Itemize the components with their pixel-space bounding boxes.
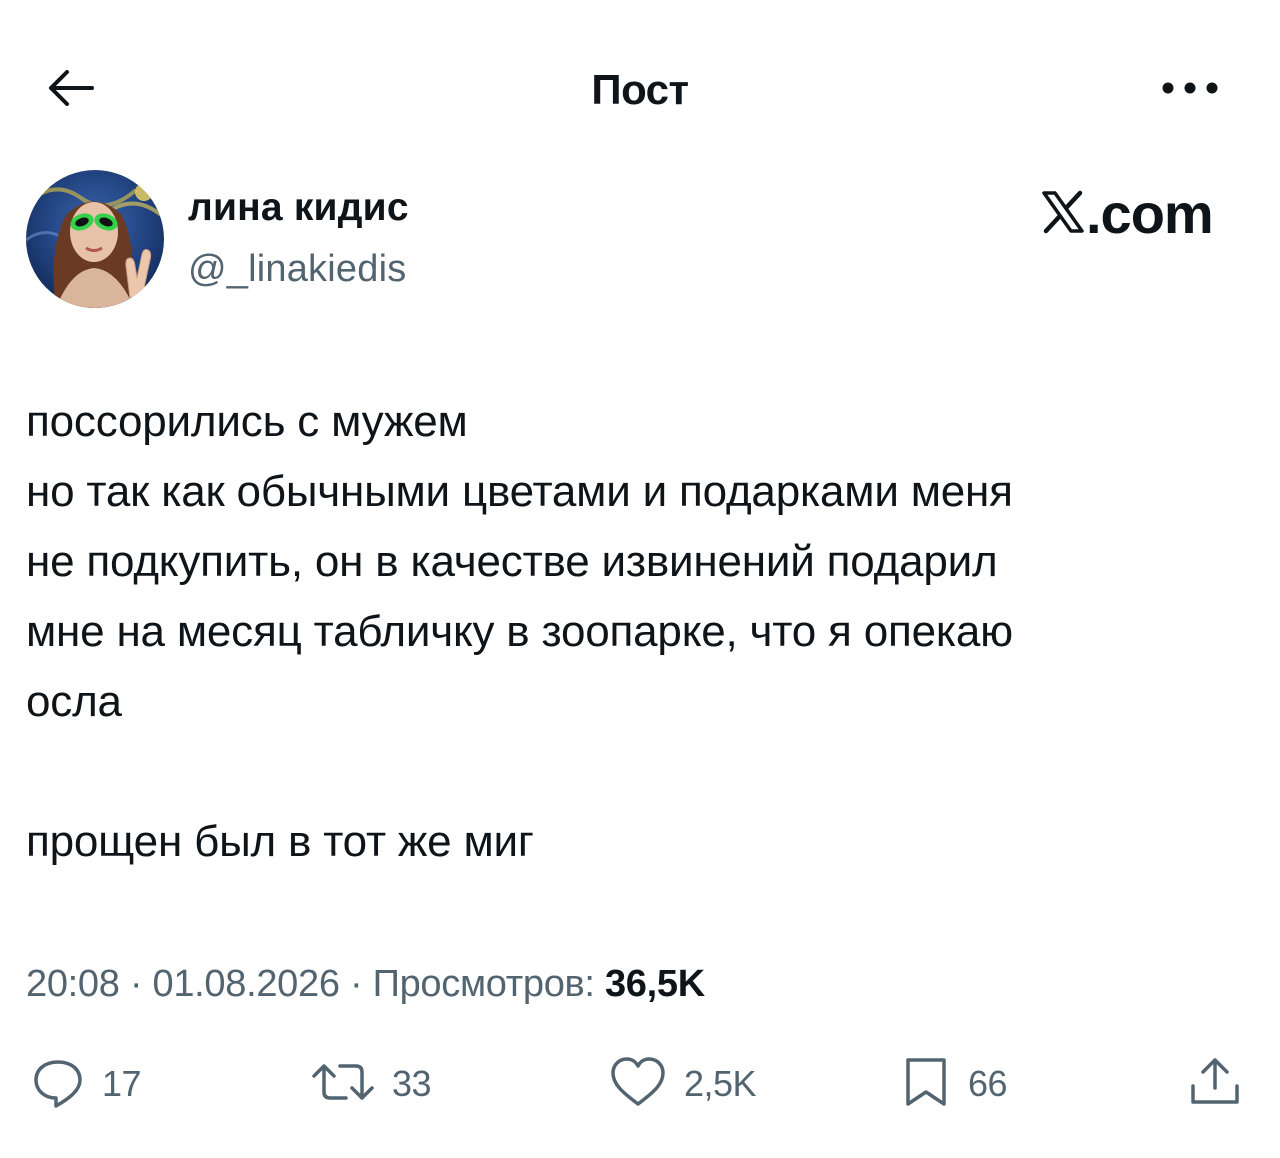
more-horizontal-icon: [1160, 81, 1220, 100]
post-text-line: прощен был в тот же миг: [26, 817, 534, 866]
post-time[interactable]: 20:08: [26, 963, 120, 1005]
bookmark-count: 66: [968, 1063, 1008, 1104]
reply-button[interactable]: 17: [30, 1052, 142, 1116]
bookmark-icon: [900, 1054, 952, 1115]
post-date[interactable]: 01.08.2026: [152, 963, 339, 1005]
x-logo-icon: [1040, 189, 1086, 240]
page-title: Пост: [591, 66, 689, 113]
post-text-line: не подкупить, он в качестве извинений по…: [26, 537, 998, 586]
more-options-button[interactable]: [1150, 60, 1230, 120]
meta-separator: ·: [129, 963, 143, 1005]
author-name[interactable]: лина кидис: [188, 186, 409, 230]
share-button[interactable]: [1186, 1052, 1244, 1116]
reply-count: 17: [102, 1063, 142, 1104]
post-text-line: осла: [26, 677, 122, 726]
repost-button[interactable]: 33: [310, 1052, 432, 1116]
repost-icon: [310, 1054, 376, 1115]
post-meta: 20:08 · 01.08.2026 · Просмотров: 36,5K: [26, 956, 705, 1012]
arrow-left-icon: [45, 68, 95, 113]
author-handle[interactable]: @_linakiedis: [188, 248, 406, 291]
views-label: Просмотров:: [372, 963, 595, 1005]
like-button[interactable]: 2,5K: [608, 1052, 757, 1116]
avatar[interactable]: [26, 170, 164, 308]
heart-icon: [608, 1054, 668, 1115]
post-text-line: поссорились с мужем: [26, 397, 468, 446]
brand-text: .com: [1086, 182, 1214, 245]
views-count[interactable]: 36,5K: [605, 963, 705, 1005]
post-text-line: но так как обычными цветами и подарками …: [26, 467, 1013, 516]
meta-separator: ·: [349, 963, 363, 1005]
share-icon: [1186, 1054, 1244, 1115]
post-text-line: мне на месяц табличку в зоопарке, что я …: [26, 607, 1013, 656]
brand-watermark: .com: [1040, 182, 1214, 245]
reply-icon: [30, 1054, 86, 1115]
repost-count: 33: [392, 1063, 432, 1104]
back-button[interactable]: [40, 60, 100, 120]
like-count: 2,5K: [684, 1063, 757, 1104]
bookmark-button[interactable]: 66: [900, 1052, 1008, 1116]
